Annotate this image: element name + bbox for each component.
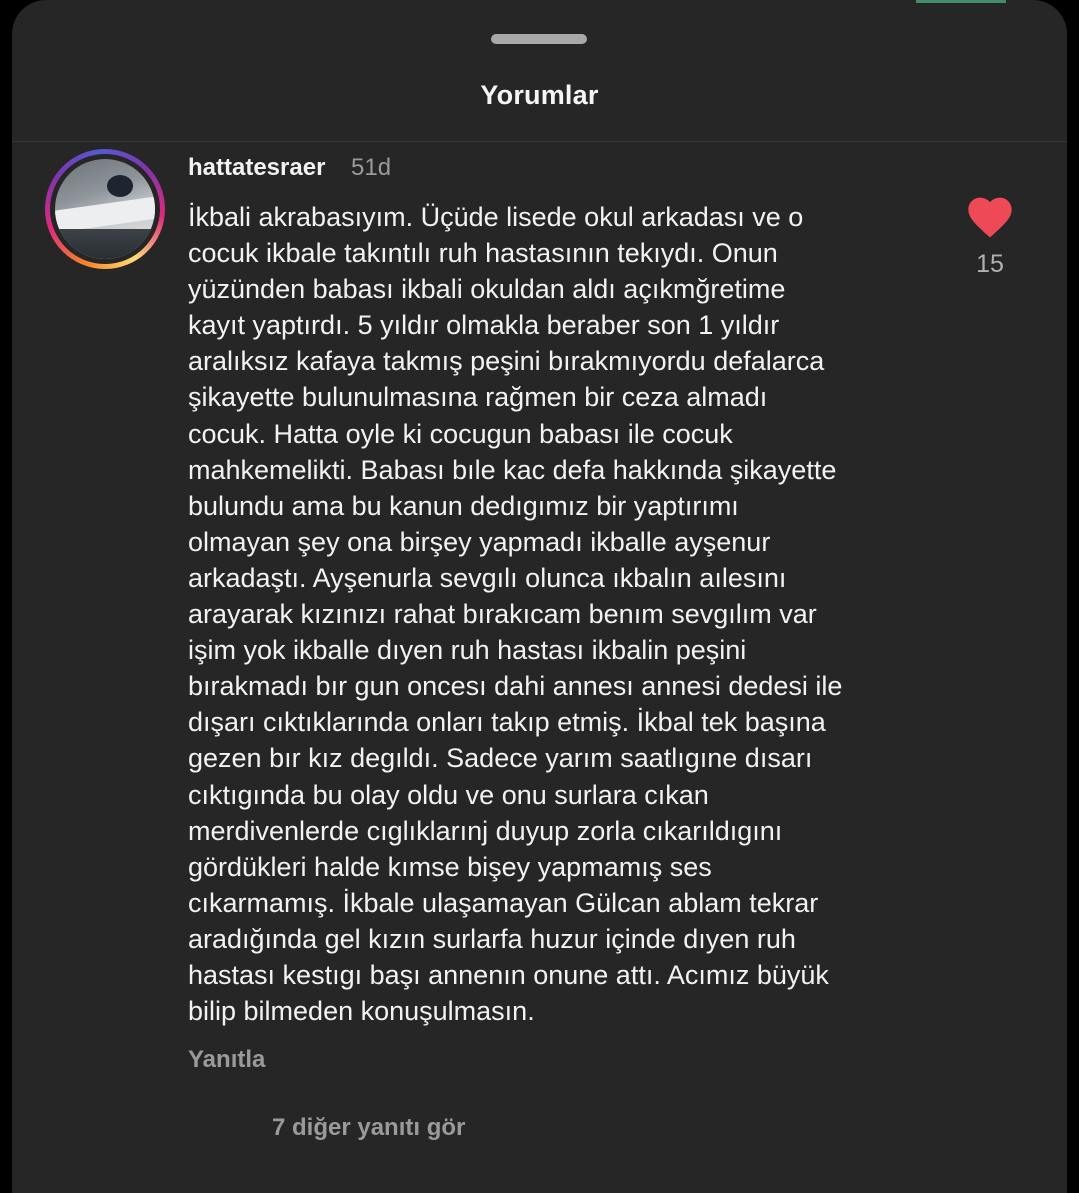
comment-body: İkbali akrabasıyım. Üçüde lisede okul ar…	[188, 202, 843, 1027]
comments-sheet: Yorumlar hattatesraer 51d İkbali akrabas…	[12, 0, 1067, 1193]
heart-icon	[968, 197, 1012, 238]
avatar-image-detail	[55, 194, 155, 234]
comment-timestamp: 51d	[351, 154, 392, 181]
avatar-image-detail	[55, 229, 155, 259]
sheet-drag-handle[interactable]	[491, 34, 587, 44]
avatar[interactable]	[45, 149, 165, 269]
view-replies-button[interactable]: 7 diğer yanıtı gör	[272, 1114, 465, 1142]
reply-button[interactable]: Yanıtla	[188, 1046, 265, 1074]
avatar-image	[55, 159, 155, 259]
avatar-image-detail	[107, 175, 133, 197]
header-divider	[12, 141, 1067, 142]
comment-username[interactable]: hattatesraer	[188, 154, 325, 182]
avatar-ring-gap	[50, 154, 160, 264]
sheet-title: Yorumlar	[480, 80, 599, 110]
top-accent-bar	[916, 0, 1006, 3]
like-button[interactable]	[964, 190, 1016, 240]
like-count: 15	[976, 250, 1004, 278]
